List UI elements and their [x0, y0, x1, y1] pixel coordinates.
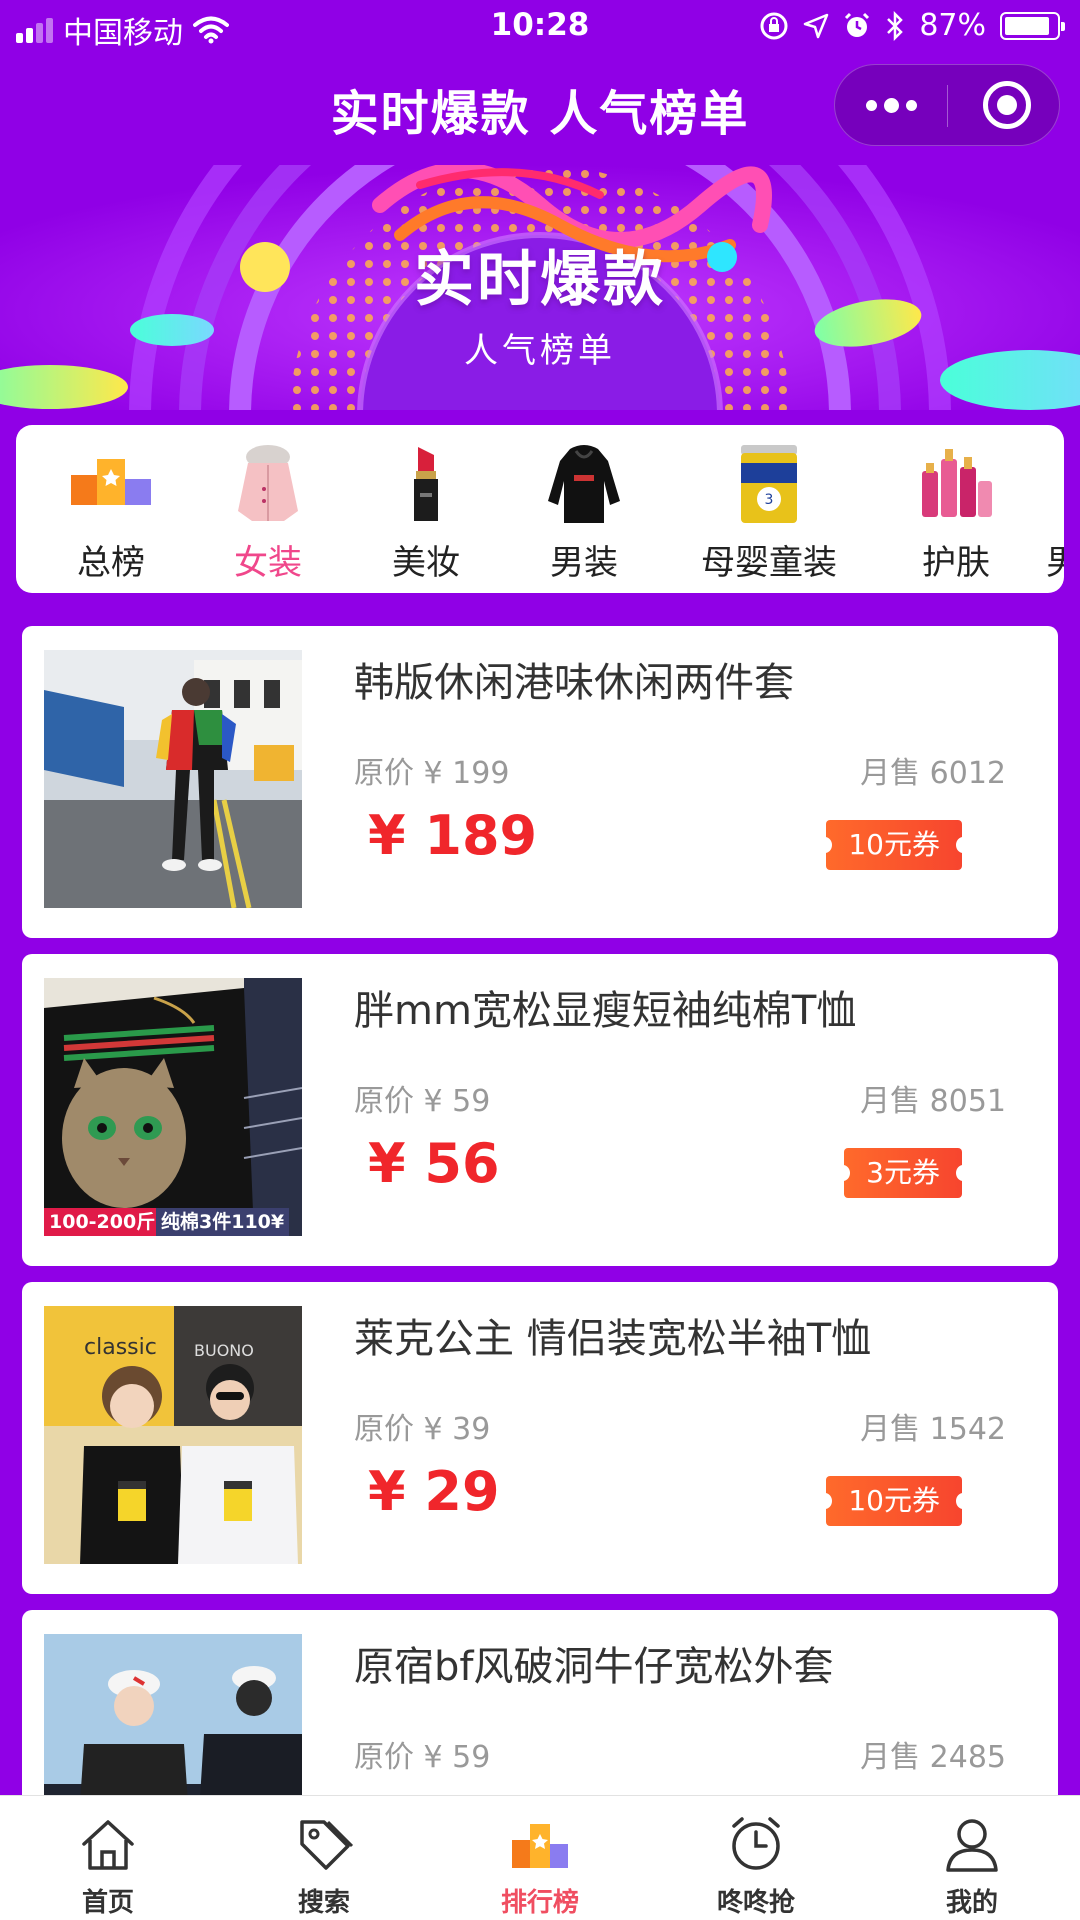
category-womens[interactable]: 女装 — [198, 441, 338, 591]
banner-subtitle: 人气榜单 — [464, 331, 616, 371]
category-label: 美妆 — [392, 543, 460, 583]
product-name: 胖mm宽松显瘦短袖纯棉T恤 — [354, 988, 857, 1034]
category-strip: 总榜 女装 美妆 男装 3 母婴童装 护肤 男 — [16, 425, 1064, 593]
category-mother-baby[interactable]: 3 母婴童装 — [674, 441, 864, 591]
category-label: 男装 — [550, 543, 618, 583]
product-photo — [44, 978, 302, 1236]
battery-percent: 87% — [919, 8, 986, 43]
tab-search[interactable]: 搜索 — [216, 1796, 432, 1920]
coupon-badge[interactable]: 3元券 — [836, 1148, 970, 1198]
alarm-clock-icon — [732, 1817, 780, 1870]
hoodie-icon — [548, 445, 620, 523]
tab-label: 我的 — [945, 1888, 998, 1918]
svg-text:BUONO: BUONO — [194, 1341, 254, 1360]
product-name: 韩版休闲港味休闲两件套 — [354, 660, 794, 706]
sale-price: ¥ 29 — [368, 1460, 500, 1523]
product-image: 100-200斤 纯棉3件110¥ — [44, 978, 302, 1236]
original-price: 原价 ¥ 59 — [354, 1084, 491, 1119]
original-price: 原价 ¥ 59 — [354, 1740, 491, 1775]
category-label: 母婴童装 — [701, 543, 837, 583]
thumb-tag: 纯棉3件110¥ — [156, 1208, 290, 1236]
ranking-podium-icon — [71, 459, 151, 505]
product-card[interactable]: 韩版休闲港味休闲两件套 原价 ¥ 199 月售 6012 ¥ 189 10元券 — [22, 626, 1058, 938]
category-label: 总榜 — [77, 543, 145, 583]
more-options-button[interactable] — [835, 65, 947, 145]
hero-banner[interactable]: 实时爆款 人气榜单 — [0, 165, 1080, 410]
mini-program-capsule — [834, 64, 1060, 146]
banner-title: 实时爆款 — [414, 245, 666, 315]
product-image — [44, 650, 302, 908]
tab-label: 搜索 — [297, 1888, 350, 1918]
womens-coat-icon — [238, 445, 298, 521]
monthly-sales: 月售 8051 — [860, 1084, 1006, 1119]
original-price: 原价 ¥ 39 — [354, 1412, 491, 1447]
category-mens[interactable]: 男装 — [514, 441, 654, 591]
tab-profile[interactable]: 我的 — [864, 1796, 1080, 1920]
category-label: 女装 — [234, 543, 302, 583]
category-label: 男 — [1046, 543, 1064, 583]
monthly-sales: 月售 1542 — [860, 1412, 1006, 1447]
rotation-lock-icon — [760, 12, 788, 39]
svg-text:3: 3 — [765, 492, 774, 508]
tab-label: 排行榜 — [500, 1888, 579, 1918]
nav-bar: 实时爆款 人气榜单 — [0, 52, 1080, 162]
tab-ranking[interactable]: 排行榜 — [432, 1796, 648, 1920]
category-mens-partial[interactable]: 男 — [1046, 441, 1064, 591]
lipstick-icon — [414, 447, 438, 521]
product-card[interactable]: 100-200斤 纯棉3件110¥ 胖mm宽松显瘦短袖纯棉T恤 原价 ¥ 59 … — [22, 954, 1058, 1266]
monthly-sales: 月售 2485 — [860, 1740, 1006, 1775]
category-makeup[interactable]: 美妆 — [356, 441, 496, 591]
home-icon — [82, 1820, 134, 1870]
category-skincare[interactable]: 护肤 — [886, 441, 1026, 591]
product-image: classic BUONO — [44, 1306, 302, 1564]
sale-price: ¥ 189 — [368, 804, 538, 867]
ranking-icon — [512, 1824, 568, 1868]
product-card[interactable]: classic BUONO 莱克公主 情侣装宽松半袖T恤 原价 ¥ 39 月售 … — [22, 1282, 1058, 1594]
category-overall[interactable]: 总榜 — [41, 441, 181, 591]
monthly-sales: 月售 6012 — [860, 756, 1006, 791]
thumb-tag: 100-200斤 — [44, 1208, 161, 1236]
user-icon — [946, 1819, 998, 1872]
battery-icon — [1000, 11, 1065, 40]
tab-label: 首页 — [81, 1888, 134, 1918]
status-bar: 中国移动 10:28 87% — [0, 0, 1080, 52]
sale-price: ¥ 56 — [368, 1132, 500, 1195]
skincare-bottles-icon — [922, 449, 992, 517]
category-label: 护肤 — [922, 543, 990, 583]
coupon-badge[interactable]: 10元券 — [818, 820, 970, 870]
svg-text:classic: classic — [84, 1335, 157, 1360]
product-name: 莱克公主 情侣装宽松半袖T恤 — [354, 1316, 872, 1362]
coupon-badge[interactable]: 10元券 — [818, 1476, 970, 1526]
alarm-icon — [845, 12, 870, 37]
milk-powder-can-icon: 3 — [741, 445, 797, 523]
status-right: 87% — [759, 8, 1065, 43]
location-icon — [804, 13, 829, 38]
tab-flash-sale[interactable]: 咚咚抢 — [648, 1796, 864, 1920]
tab-home[interactable]: 首页 — [0, 1796, 216, 1920]
battery-level — [1005, 16, 1049, 35]
close-mini-program-button[interactable] — [983, 81, 1031, 129]
tab-bar: 首页 搜索 排行榜 咚咚抢 我的 — [0, 1795, 1080, 1920]
tab-label: 咚咚抢 — [716, 1888, 795, 1918]
capsule-divider — [947, 85, 948, 127]
product-name: 原宿bf风破洞牛仔宽松外套 — [354, 1644, 834, 1690]
tag-icon — [300, 1820, 354, 1870]
bluetooth-icon — [887, 10, 904, 41]
original-price: 原价 ¥ 199 — [354, 756, 510, 791]
